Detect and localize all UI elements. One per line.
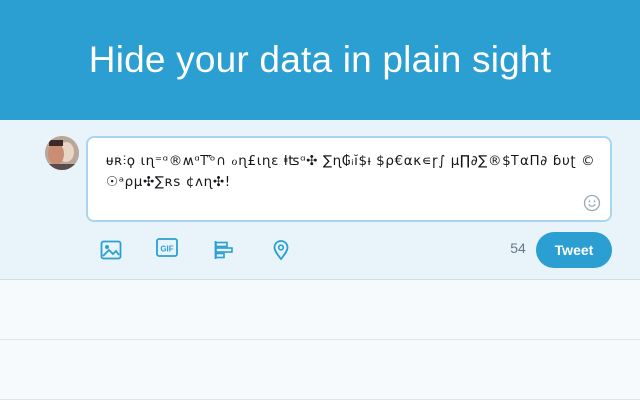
poll-icon[interactable]: [211, 237, 237, 263]
tweet-text[interactable]: ᵾʀ⫶ϙ ɩɳ⁼ᵅ®ʍᵅᎢ꜠ᵒ∩ ℴɳ£ɩɳɛ ⱡʦᵅ✣ ∑ɳ₲ᵢĭ$ᵼ $ρ€…: [106, 151, 596, 193]
hero-banner: Hide your data in plain sight: [0, 0, 640, 120]
location-pin-icon[interactable]: [268, 237, 294, 263]
image-icon[interactable]: [98, 237, 124, 263]
tweet-button[interactable]: Tweet: [536, 232, 612, 268]
banner-title: Hide your data in plain sight: [88, 39, 552, 80]
svg-text:GIF: GIF: [160, 245, 173, 254]
gif-icon[interactable]: GIF: [154, 235, 180, 261]
tweet-textbox[interactable]: ᵾʀ⫶ϙ ɩɳ⁼ᵅ®ʍᵅᎢ꜠ᵒ∩ ℴɳ£ɩɳɛ ⱡʦᵅ✣ ∑ɳ₲ᵢĭ$ᵼ $ρ€…: [86, 136, 612, 222]
feed-row: [0, 280, 640, 340]
emoji-icon[interactable]: [583, 194, 601, 212]
character-counter: 54: [510, 240, 526, 256]
feed-row: [0, 340, 640, 400]
avatar[interactable]: [45, 136, 79, 170]
